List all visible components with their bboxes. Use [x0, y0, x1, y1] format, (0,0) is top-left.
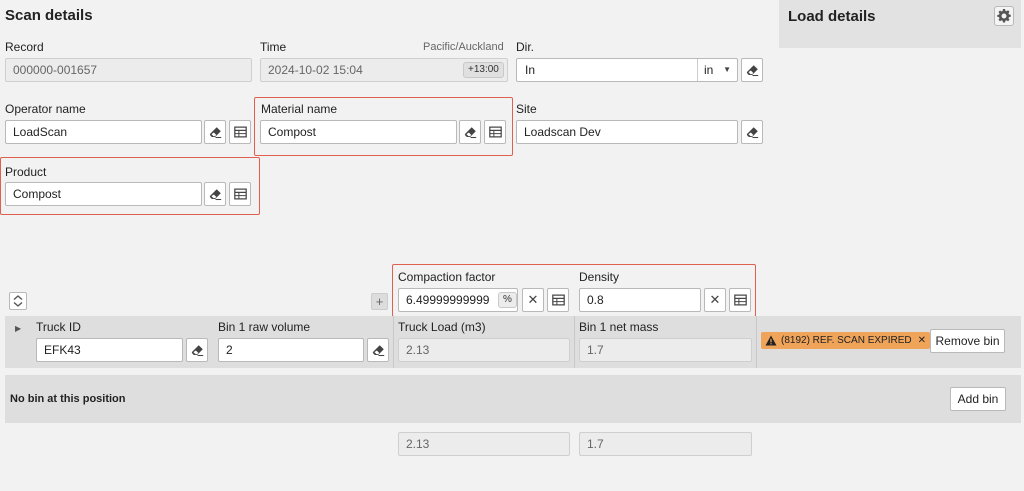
eraser-icon: [746, 64, 758, 76]
raw-volume-clear-button[interactable]: [367, 338, 389, 362]
dir-value: In: [525, 63, 536, 77]
eraser-icon: [464, 126, 476, 138]
operator-field[interactable]: LoadScan: [5, 120, 202, 144]
compaction-list-button[interactable]: [547, 288, 569, 312]
operator-label: Operator name: [5, 102, 86, 116]
product-clear-button[interactable]: [204, 182, 226, 206]
compaction-clear-button[interactable]: ✕: [522, 288, 544, 312]
scan-details-title: Scan details: [5, 7, 93, 24]
record-field: 000000-001657: [5, 58, 252, 82]
net-mass-field: 1.7: [579, 338, 752, 362]
material-label: Material name: [261, 102, 338, 116]
eraser-icon: [209, 126, 221, 138]
truck-id-label: Truck ID: [36, 320, 81, 334]
dir-select[interactable]: in ▼: [697, 59, 737, 81]
empty-bin-panel: [5, 375, 1021, 423]
total-mass-field: 1.7: [579, 432, 752, 456]
scan-expired-badge: (8192) REF. SCAN EXPIRED ✕: [761, 332, 930, 349]
dismiss-warning-icon[interactable]: ✕: [918, 332, 926, 349]
truck-load-label: Truck Load (m3): [398, 320, 486, 334]
net-mass-label: Bin 1 net mass: [579, 320, 659, 334]
table-icon: [551, 294, 565, 306]
dir-field[interactable]: In in ▼: [516, 58, 738, 82]
close-icon: ✕: [709, 292, 721, 307]
site-clear-button[interactable]: [741, 120, 763, 144]
expand-row-icon[interactable]: ▶: [15, 324, 21, 333]
material-field[interactable]: Compost: [260, 120, 457, 144]
density-label: Density: [579, 270, 620, 284]
material-list-button[interactable]: [484, 120, 506, 144]
product-label: Product: [5, 165, 47, 179]
close-icon: ✕: [527, 292, 539, 307]
record-label: Record: [5, 40, 44, 54]
add-column-button[interactable]: +: [371, 293, 388, 310]
time-label: Time: [260, 40, 287, 54]
compaction-label: Compaction factor: [398, 270, 496, 284]
gear-icon: [997, 9, 1011, 23]
column-divider: [574, 316, 575, 368]
total-load-field: 2.13: [398, 432, 570, 456]
warning-icon: [765, 335, 777, 346]
product-field[interactable]: Compost: [5, 182, 202, 206]
table-icon: [488, 126, 502, 138]
percent-unit-badge: %: [498, 292, 517, 308]
eraser-icon: [209, 188, 221, 200]
truck-id-field[interactable]: EFK43: [36, 338, 183, 362]
add-bin-button[interactable]: Add bin: [950, 387, 1006, 411]
sort-icon: [13, 295, 23, 307]
timezone-offset-badge: +13:00: [463, 62, 504, 78]
density-list-button[interactable]: [729, 288, 751, 312]
table-icon: [733, 294, 747, 306]
sort-toggle-button[interactable]: [9, 292, 27, 310]
table-icon: [233, 188, 247, 200]
truck-load-field: 2.13: [398, 338, 570, 362]
load-details-title: Load details: [788, 8, 876, 25]
chevron-down-icon: ▼: [723, 65, 731, 74]
empty-bin-text: No bin at this position: [10, 393, 126, 405]
scan-expired-text: (8192) REF. SCAN EXPIRED: [781, 335, 912, 346]
compaction-value: 6.49999999999: [406, 293, 490, 307]
material-clear-button[interactable]: [459, 120, 481, 144]
raw-volume-field[interactable]: 2: [218, 338, 364, 362]
operator-list-button[interactable]: [229, 120, 251, 144]
remove-bin-button[interactable]: Remove bin: [930, 329, 1005, 353]
site-label: Site: [516, 102, 537, 116]
dir-label: Dir.: [516, 40, 534, 54]
density-clear-button[interactable]: ✕: [704, 288, 726, 312]
dir-clear-button[interactable]: [741, 58, 763, 82]
dir-select-value: in: [704, 63, 714, 77]
settings-button[interactable]: [994, 6, 1014, 26]
table-icon: [233, 126, 247, 138]
truck-id-clear-button[interactable]: [186, 338, 208, 362]
column-divider: [393, 316, 394, 368]
operator-clear-button[interactable]: [204, 120, 226, 144]
eraser-icon: [746, 126, 758, 138]
timezone-label: Pacific/Auckland: [423, 41, 504, 53]
eraser-icon: [372, 344, 384, 356]
product-list-button[interactable]: [229, 182, 251, 206]
column-divider: [756, 316, 757, 368]
load-details-panel: Load details: [779, 0, 1021, 48]
eraser-icon: [191, 344, 203, 356]
raw-volume-label: Bin 1 raw volume: [218, 320, 311, 334]
site-field[interactable]: Loadscan Dev: [516, 120, 738, 144]
plus-icon: +: [375, 294, 384, 309]
density-field[interactable]: 0.8: [579, 288, 701, 312]
